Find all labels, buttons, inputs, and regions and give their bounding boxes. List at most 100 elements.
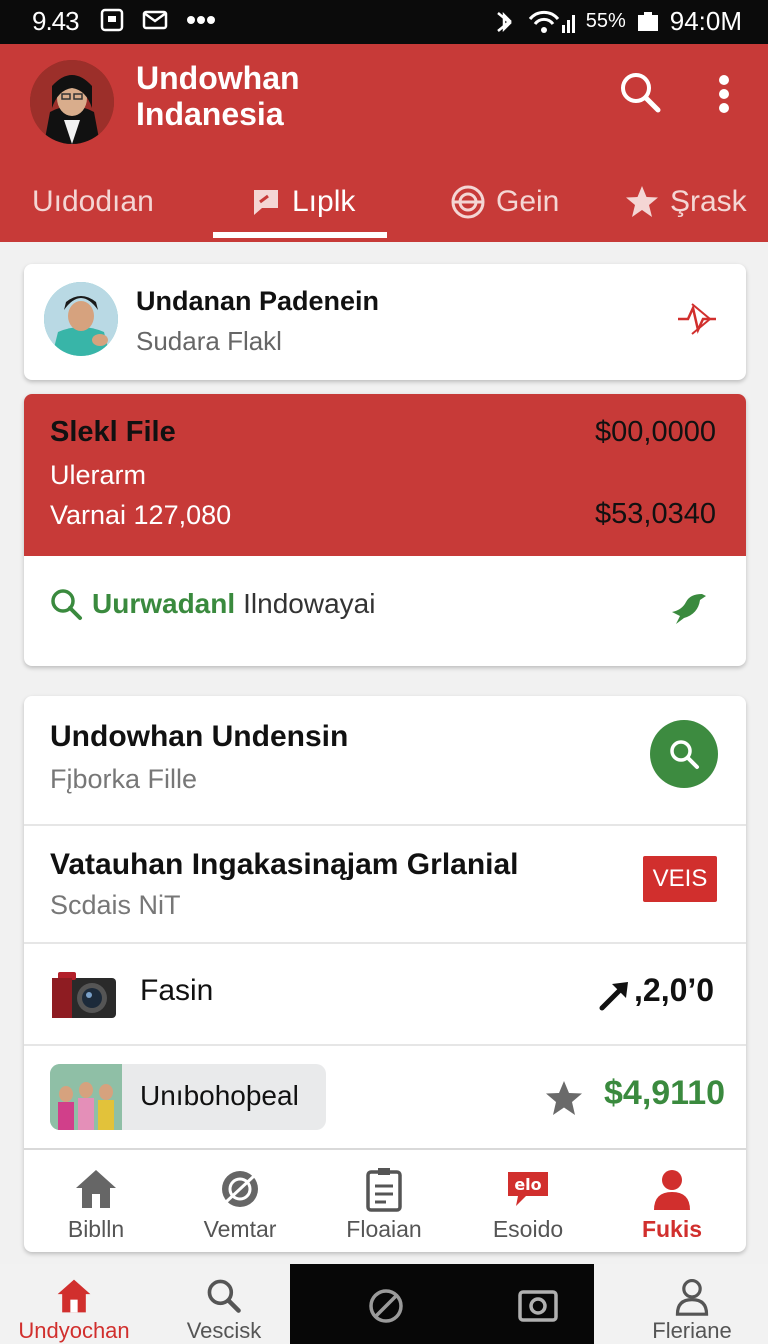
chat-bubble-icon: elo: [508, 1172, 548, 1206]
camera-thumbnail: [50, 968, 118, 1020]
file-summary: Slekl File $00,0000 Ulerarm Varnai 127,0…: [24, 394, 746, 556]
home-icon: [76, 1170, 116, 1208]
file-search-link[interactable]: Uurwadanl Ilndowayai: [48, 586, 375, 622]
file-label: Ulerarm: [50, 460, 147, 490]
file-card[interactable]: Slekl File $00,0000 Ulerarm Varnai 127,0…: [24, 394, 746, 666]
search-icon: [670, 740, 699, 769]
document-icon: [366, 1168, 402, 1212]
inner-nav-home[interactable]: Biblln: [24, 1152, 168, 1252]
list-item-label: Fasin: [140, 974, 214, 1007]
tab-label: Lıplk: [292, 185, 356, 218]
inner-nav-label: Biblln: [67, 1216, 125, 1242]
inner-nav-document[interactable]: Floaian: [312, 1152, 456, 1252]
camera-icon: [518, 1290, 558, 1322]
tab-label: Uıdodıan: [32, 185, 154, 218]
inner-nav-label: Vemtar: [203, 1216, 277, 1242]
inner-nav-bar: Biblln Vemtar Floaian elo Esoido Fukis: [24, 1152, 746, 1252]
home-icon: [57, 1279, 91, 1313]
file-title: Slekl File: [50, 416, 176, 448]
search-button[interactable]: [616, 68, 664, 116]
bottom-nav-search[interactable]: Vescisk: [164, 1264, 284, 1344]
avatar-portrait-icon: [30, 60, 114, 144]
list-item[interactable]: Unıbohoþeal $4,9110: [24, 1046, 746, 1150]
bottom-nav-label: Undyochan: [18, 1318, 130, 1343]
more-vertical-icon: [719, 75, 729, 113]
compass-icon: [222, 1171, 258, 1207]
inner-nav-label: Floaian: [346, 1216, 422, 1242]
status-badge[interactable]: VEIS: [643, 856, 717, 902]
pulse-button[interactable]: [674, 296, 720, 342]
star-icon: [626, 186, 658, 217]
search-icon: [207, 1279, 241, 1313]
chip-photo: [50, 1064, 122, 1130]
search-icon: [621, 73, 661, 113]
list-item[interactable]: Fasin ,2,0’0: [24, 944, 746, 1046]
inner-nav-label: Esoido: [492, 1216, 564, 1242]
search-icon: [51, 589, 82, 620]
tab-4[interactable]: Şrask: [624, 174, 747, 230]
inner-nav-profile[interactable]: Fukis: [600, 1152, 744, 1252]
tab-2[interactable]: Lıplk: [250, 174, 355, 230]
search-fab[interactable]: [650, 720, 718, 788]
list-item-subtitle: Scdais NiT: [50, 890, 181, 920]
profile-portrait-icon: [44, 282, 118, 356]
avatar[interactable]: [30, 60, 114, 144]
list-item[interactable]: Undowhan Undensin Fįborka Fille: [24, 696, 746, 826]
bottom-nav-home[interactable]: Undyochan: [14, 1264, 134, 1344]
tab-1[interactable]: Uıdodıan: [32, 174, 154, 230]
mail-icon: [142, 10, 168, 30]
share-button[interactable]: [668, 588, 708, 628]
list-item-subtitle: Fįborka Fille: [50, 764, 198, 794]
pulse-icon: [678, 303, 716, 335]
list-card: Undowhan Undensin Fįborka Fille Vatauhan…: [24, 696, 746, 1252]
profile-name: Undanan Padenein: [136, 286, 380, 316]
profile-card[interactable]: Undanan Padenein Sudara Flakl: [24, 264, 746, 380]
person-icon: [675, 1278, 709, 1316]
wifi-signal-icon: [528, 10, 575, 33]
group-photo-icon: [50, 1064, 122, 1130]
inner-nav-messages[interactable]: elo Esoido: [456, 1152, 600, 1252]
inner-nav-compass[interactable]: Vemtar: [168, 1152, 312, 1252]
page-title: Undowhan Indanesia: [136, 60, 300, 132]
file-search-highlight: Uurwadanl: [92, 588, 236, 619]
bottom-nav-bar: Undyochan Vescisk Fleriane: [0, 1264, 768, 1344]
battery-icon: [637, 11, 658, 31]
status-bar: 9.43 55% 94:0M: [0, 0, 768, 44]
globe-icon: [451, 185, 485, 219]
status-time: 9.43: [32, 6, 80, 36]
status-clock-right: 94:0M: [669, 6, 742, 36]
file-amount-bottom: $53,0340: [595, 498, 716, 530]
list-item[interactable]: Vatauhan Ingakasinąjam Grlanial Scdais N…: [24, 826, 746, 944]
more-options-button[interactable]: [706, 70, 742, 118]
profile-subtitle: Sudara Flakl: [136, 326, 282, 356]
chat-icon: [254, 190, 278, 215]
status-notification-icons: [100, 8, 216, 32]
tab-label: Şrask: [670, 185, 747, 218]
bottom-nav-camera[interactable]: [508, 1264, 568, 1344]
active-tab-indicator: [213, 232, 387, 238]
battery-percent: 55%: [585, 10, 626, 32]
bottom-nav-label: Fleriane: [652, 1318, 732, 1343]
list-item-title: Vatauhan Ingakasinąjam Grlanial: [50, 848, 519, 881]
block-icon: [369, 1289, 403, 1323]
more-notifications-icon: [187, 16, 215, 24]
inner-nav-label: Fukis: [641, 1216, 703, 1242]
camera-icon: [52, 972, 116, 1018]
file-variant: Varnai 127,080: [50, 500, 232, 530]
list-item-title: Undowhan Undensin: [50, 720, 349, 753]
list-item-value: ,2,0’0: [634, 972, 715, 1008]
list-item-price: $4,9110: [604, 1074, 726, 1112]
chip-label: Unıbohoþeal: [140, 1080, 299, 1111]
app-notification-icon: [100, 8, 124, 32]
star-icon[interactable]: [544, 1078, 584, 1118]
category-chip[interactable]: Unıbohoþeal: [50, 1064, 326, 1130]
tab-3[interactable]: Gein: [450, 174, 559, 230]
person-icon: [654, 1170, 690, 1210]
bottom-nav-profile[interactable]: Fleriane: [632, 1264, 752, 1344]
file-search-text: Ilndowayai: [243, 588, 376, 619]
chat-bubble-text: elo: [514, 1175, 541, 1194]
app-header: Undowhan Indanesia Uıdodıan Lıplk Gein Ş…: [0, 44, 768, 242]
status-system-icons: 55% 94:0M: [492, 6, 742, 37]
bottom-nav-block[interactable]: [356, 1264, 416, 1344]
trend-arrow-icon: [599, 982, 628, 1011]
